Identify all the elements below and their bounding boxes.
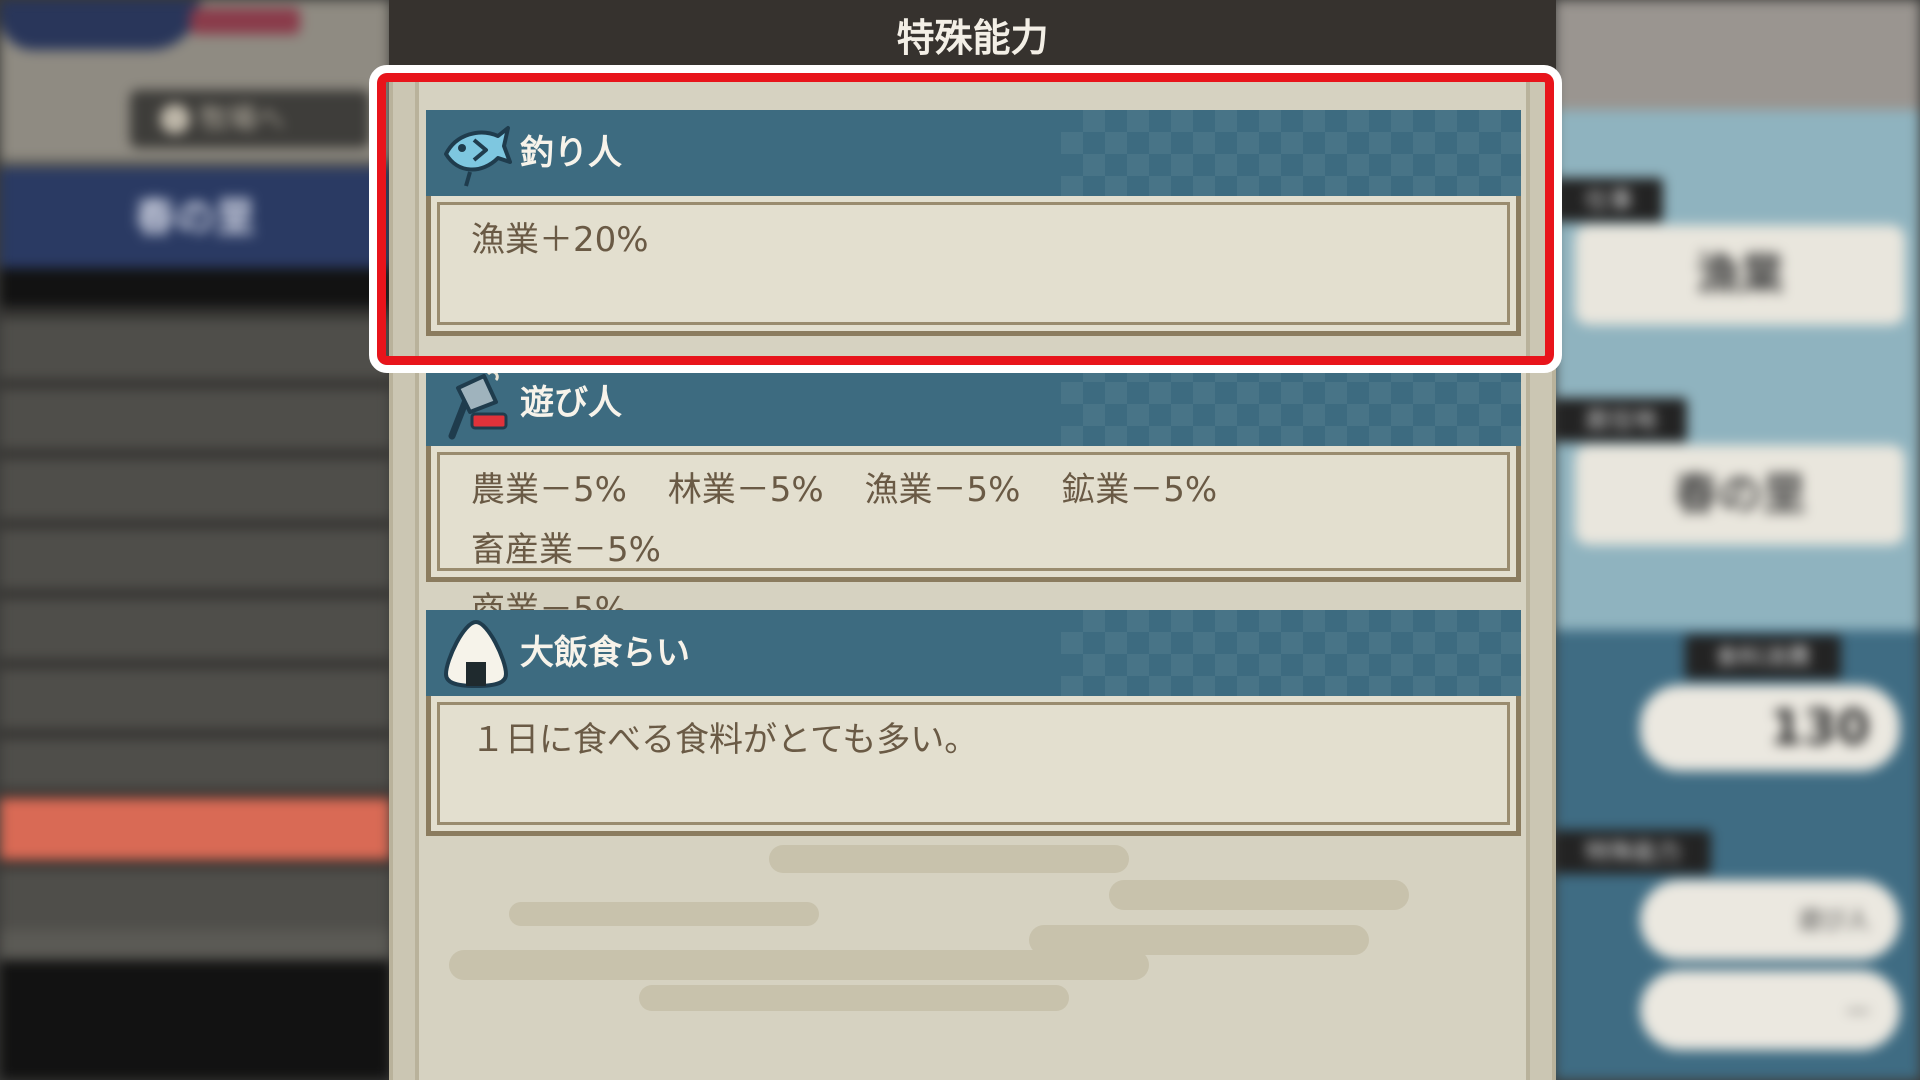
cloud-pattern <box>1109 880 1409 910</box>
job-tag: 仕事 <box>1555 178 1663 222</box>
skill-name: 遊び人 <box>520 383 622 423</box>
skill-effect: 林業－5% <box>667 470 824 510</box>
back-to-ranch-button: 牧場へ <box>130 90 370 148</box>
bg-divider <box>0 268 390 308</box>
cloud-pattern <box>769 845 1129 873</box>
village-name: 春の里 <box>0 168 390 268</box>
cloud-pattern <box>639 985 1069 1011</box>
special-ability-tag: 特殊能力 <box>1555 830 1711 874</box>
background-left-menu: 牧場へ 春の里 <box>0 0 390 1080</box>
skill-description: １日に食べる食料がとても多い。 <box>426 696 1521 836</box>
toy-hammer-icon <box>448 370 508 440</box>
highlight-frame <box>369 65 1562 373</box>
bg-list-row <box>0 660 390 730</box>
bg-list-row <box>0 450 390 520</box>
skill-card-big-eater[interactable]: 大飯食らい １日に食べる食料がとても多い。 <box>426 610 1521 836</box>
skill-effect: 畜産業－5% <box>471 530 661 570</box>
bg-bottom-band <box>0 960 390 1080</box>
panel-title: 特殊能力 <box>389 0 1556 76</box>
background-right-status: 仕事 漁業 居住地 春の里 食料消費 130 特殊能力 遊び人 — <box>1555 0 1920 1080</box>
bg-list-row <box>0 520 390 590</box>
checker-pattern <box>1061 360 1521 446</box>
bg-right-header <box>1555 0 1920 110</box>
skill-effect: 農業－5% <box>471 470 627 510</box>
residence-value: 春の里 <box>1575 445 1905 545</box>
onigiri-icon <box>444 620 508 688</box>
residence-tag: 居住地 <box>1555 398 1687 442</box>
food-consumption-value: 130 <box>1640 685 1900 771</box>
bg-list-row-selected <box>0 790 390 860</box>
skill-header: 遊び人 <box>426 360 1521 446</box>
skill-effect: 漁業－5% <box>864 470 1021 510</box>
job-value: 漁業 <box>1575 225 1905 325</box>
bg-list-row <box>0 860 390 930</box>
skill-card-player[interactable]: 遊び人 農業－5% 林業－5% 漁業－5% 鉱業－5% 畜産業－5% 商業－5% <box>426 360 1521 630</box>
skill-effect: １日に食べる食料がとても多い。 <box>471 720 979 760</box>
empty-skill-chip: — <box>1640 970 1900 1050</box>
bg-list-row <box>0 310 390 380</box>
cloud-decoration <box>0 0 200 50</box>
bg-list-row <box>0 590 390 660</box>
skill-header: 大飯食らい <box>426 610 1521 696</box>
bg-list-row <box>0 380 390 450</box>
skill-name: 大飯食らい <box>520 633 690 673</box>
skill-effect: 鉱業－5% <box>1061 470 1218 510</box>
y-button-icon <box>160 104 190 134</box>
bg-red-tab <box>190 8 300 34</box>
cloud-pattern <box>1029 925 1369 955</box>
cloud-pattern <box>509 902 819 926</box>
skill-description: 農業－5% 林業－5% 漁業－5% 鉱業－5% 畜産業－5% 商業－5% <box>426 446 1521 630</box>
back-to-ranch-label: 牧場へ <box>200 102 285 135</box>
checker-pattern <box>1061 610 1521 696</box>
skill-chip: 遊び人 <box>1640 880 1900 960</box>
food-tag: 食料消費 <box>1685 635 1841 679</box>
